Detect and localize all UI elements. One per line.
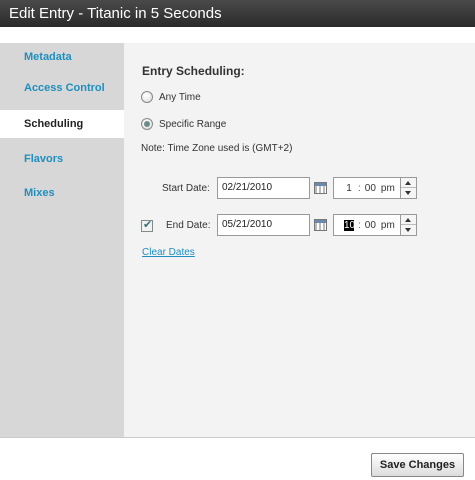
sidebar: Metadata Access Control Scheduling Flavo… bbox=[0, 43, 124, 437]
scheduling-panel: Entry Scheduling: Any Time Specific Rang… bbox=[124, 43, 475, 437]
sidebar-item-metadata[interactable]: Metadata bbox=[0, 43, 124, 71]
chevron-up-icon[interactable] bbox=[401, 215, 416, 225]
start-date-label: Start Date: bbox=[162, 183, 210, 194]
any-time-radio[interactable] bbox=[141, 91, 153, 103]
specific-range-label: Specific Range bbox=[159, 118, 227, 130]
calendar-icon[interactable] bbox=[314, 182, 327, 194]
sidebar-item-access-control[interactable]: Access Control bbox=[0, 74, 124, 102]
start-time-stepper[interactable] bbox=[400, 177, 417, 199]
section-title: Entry Scheduling: bbox=[142, 64, 245, 78]
chevron-up-icon[interactable] bbox=[401, 178, 416, 188]
end-date-label: End Date: bbox=[166, 220, 211, 231]
start-hour[interactable]: 1 bbox=[344, 183, 354, 194]
start-time-input[interactable]: 1 : 00 pm bbox=[333, 177, 401, 199]
calendar-icon[interactable] bbox=[314, 219, 327, 231]
end-hour[interactable]: 10 bbox=[344, 219, 355, 231]
footer: Save Changes bbox=[0, 437, 475, 480]
sidebar-item-flavors[interactable]: Flavors bbox=[0, 145, 124, 173]
time-separator: : bbox=[358, 219, 361, 231]
start-ampm[interactable]: pm bbox=[381, 183, 395, 194]
chevron-down-icon[interactable] bbox=[401, 188, 416, 198]
sidebar-item-mixes[interactable]: Mixes bbox=[0, 179, 124, 207]
clear-dates-link[interactable]: Clear Dates bbox=[142, 247, 195, 258]
end-minute[interactable]: 00 bbox=[365, 220, 376, 231]
timezone-note: Note: Time Zone used is (GMT+2) bbox=[141, 143, 293, 154]
any-time-option[interactable]: Any Time bbox=[141, 90, 201, 104]
window-title: Edit Entry - Titanic in 5 Seconds bbox=[0, 0, 475, 27]
end-date-checkbox[interactable] bbox=[141, 218, 153, 232]
save-changes-button[interactable]: Save Changes bbox=[371, 453, 464, 477]
start-minute[interactable]: 00 bbox=[365, 183, 376, 194]
end-time-input[interactable]: 10 : 00 pm bbox=[333, 214, 401, 236]
time-separator: : bbox=[358, 182, 361, 194]
end-date-input[interactable]: 05/21/2010 bbox=[217, 214, 310, 236]
end-ampm[interactable]: pm bbox=[381, 220, 395, 231]
any-time-label: Any Time bbox=[159, 91, 201, 103]
sidebar-item-scheduling[interactable]: Scheduling bbox=[0, 110, 124, 138]
specific-range-radio[interactable] bbox=[141, 118, 153, 130]
chevron-down-icon[interactable] bbox=[401, 225, 416, 235]
start-date-input[interactable]: 02/21/2010 bbox=[217, 177, 310, 199]
specific-range-option[interactable]: Specific Range bbox=[141, 117, 226, 131]
end-time-stepper[interactable] bbox=[400, 214, 417, 236]
